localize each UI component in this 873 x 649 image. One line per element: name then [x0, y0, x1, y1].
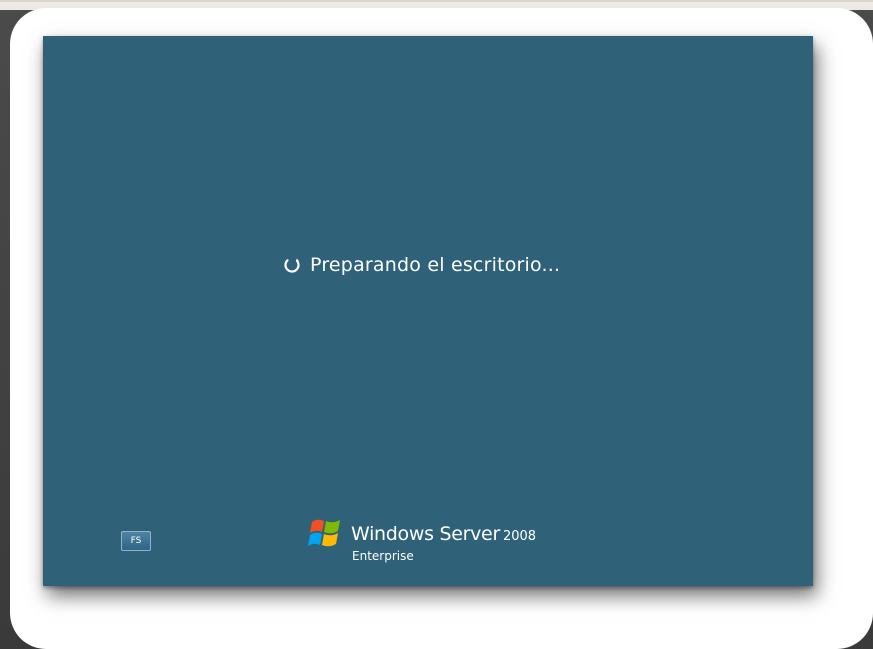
language-button[interactable]: FS: [121, 531, 151, 551]
boot-screen: Preparando el escritorio... FS Windows S…: [43, 36, 813, 586]
windows-flag-icon: [307, 516, 345, 552]
product-year: 2008: [502, 529, 537, 544]
status-text: Preparando el escritorio...: [310, 254, 561, 276]
loading-spinner-icon: [283, 256, 301, 274]
product-main-name: Windows Server: [351, 523, 500, 545]
product-name: Windows Server 2008: [351, 523, 536, 545]
loading-status: Preparando el escritorio...: [283, 254, 560, 276]
product-edition: Enterprise: [352, 549, 414, 563]
